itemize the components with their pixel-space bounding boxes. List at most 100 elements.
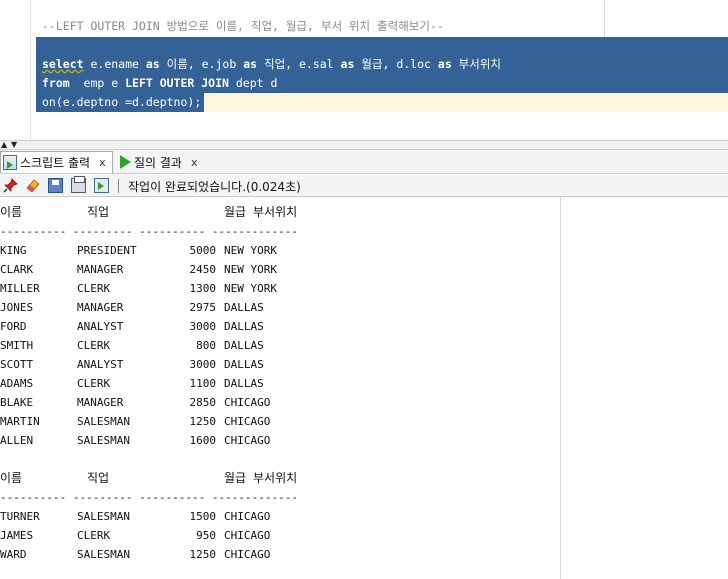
pin-icon[interactable] [3,178,18,193]
keyword-as: as [145,57,160,71]
keyword-left-outer-join: LEFT OUTER JOIN [125,76,229,90]
toolbar-separator [118,179,119,193]
sql-line-3[interactable]: on(e.deptno =d.deptno); [42,93,201,112]
eraser-icon[interactable] [25,178,40,193]
script-output-panel[interactable]: 이름 직업 월급 부서위치 ---------- --------- ---------… [0,197,728,579]
cell-loc: DALLAS [224,320,264,333]
current-line-highlight [204,93,728,112]
editor-margin-line [604,0,605,38]
cell-name: TURNER [0,510,40,523]
sql-editor[interactable]: --LEFT OUTER JOIN 방법으로 이름, 직업, 월급, 부서 위치… [0,0,728,140]
cell-job: MANAGER [77,301,124,314]
keyword-select: select [42,57,84,71]
cell-name: MARTIN [0,415,40,428]
cell-loc: CHICAGO [224,415,271,428]
cell-name: KING [0,244,27,257]
cell-job: MANAGER [77,396,124,409]
collapse-down-icon[interactable]: ▼ [11,141,17,149]
tab-query-result[interactable]: 질의 결과 x [118,151,204,173]
cell-loc: CHICAGO [224,434,271,447]
cell-job: SALESMAN [77,548,130,561]
selection-highlight [36,37,728,55]
cell-sal: 2850 [189,396,217,409]
script-output-icon [3,155,17,170]
cell-sal: 2450 [189,263,217,276]
cell-job: SALESMAN [77,415,130,428]
cell-job: ANALYST [77,358,124,371]
cell-job: PRESIDENT [77,244,137,257]
status-message: 작업이 완료되었습니다.(0.024초) [128,180,301,194]
column-header-name: 이름 [0,205,23,219]
print-icon[interactable] [71,176,86,193]
sql-text: dept d [228,76,278,90]
cell-name: JONES [0,301,34,314]
cell-job: CLERK [77,529,111,542]
cell-name: ALLEN [0,434,34,447]
run-script-file-icon[interactable] [94,178,109,193]
collapse-up-icon[interactable]: ▲ [1,141,7,149]
column-header-loc: 부서위치 [253,471,298,485]
cell-job: CLERK [77,282,111,295]
cell-loc: DALLAS [224,377,264,390]
cell-sal: 1250 [189,548,217,561]
column-header-job: 직업 [87,471,110,485]
keyword-as: as [437,57,452,71]
cell-name: FORD [0,320,27,333]
column-header-job: 직업 [87,205,110,219]
sql-comment: --LEFT OUTER JOIN 방법으로 이름, 직업, 월급, 부서 위치… [42,19,444,33]
tab-label: 스크립트 출력 [20,156,91,170]
output-toolbar: 작업이 완료되었습니다.(0.024초) [0,175,728,197]
cell-sal: 950 [196,529,216,542]
result-separator: ---------- --------- ---------- --------… [0,491,299,504]
sql-line-1[interactable]: select e.ename as 이름, e.job as 직업, e.sal… [42,55,501,74]
cell-sal: 5000 [189,244,217,257]
sql-text: 부서위치 [451,57,501,71]
cell-loc: CHICAGO [224,510,271,523]
cell-loc: NEW YORK [224,263,277,276]
cell-name: MILLER [0,282,40,295]
sql-text: 월급, d.loc [354,57,438,71]
cell-sal: 2975 [189,301,217,314]
cell-job: MANAGER [77,263,124,276]
tab-script-output[interactable]: 스크립트 출력 x [0,151,113,173]
pane-splitter[interactable]: ▲ ▼ [0,140,728,150]
keyword-from: from [42,76,70,90]
output-tab-bar: 스크립트 출력 x 질의 결과 x [0,150,728,174]
keyword-as: as [243,57,258,71]
cell-sal: 1300 [189,282,217,295]
cell-job: SALESMAN [77,434,130,447]
cell-name: CLARK [0,263,34,276]
cell-sal: 1100 [189,377,217,390]
close-tab-icon[interactable]: x [99,156,106,169]
tab-label: 질의 결과 [134,155,182,170]
cell-loc: DALLAS [224,301,264,314]
cell-sal: 3000 [189,320,217,333]
cell-job: SALESMAN [77,510,130,523]
cell-loc: DALLAS [224,339,264,352]
column-header-sal: 월급 [224,205,247,219]
cell-job: CLERK [77,377,111,390]
cell-name: SCOTT [0,358,34,371]
editor-gutter [0,0,30,140]
sql-line-2[interactable]: from emp e LEFT OUTER JOIN dept d [42,74,277,93]
cell-sal: 1600 [189,434,217,447]
result-separator: ---------- --------- ---------- --------… [0,225,299,238]
cell-sal: 3000 [189,358,217,371]
column-header-loc: 부서위치 [253,205,298,219]
cell-loc: CHICAGO [224,396,271,409]
cell-loc: CHICAGO [224,548,271,561]
cell-loc: NEW YORK [224,282,277,295]
close-tab-icon[interactable]: x [191,156,198,169]
cell-loc: CHICAGO [224,529,271,542]
cell-sal: 1250 [189,415,217,428]
cell-name: BLAKE [0,396,34,409]
cell-name: ADAMS [0,377,34,390]
cell-job: ANALYST [77,320,124,333]
column-header-name: 이름 [0,471,23,485]
cell-sal: 1500 [189,510,217,523]
cell-job: CLERK [77,339,111,352]
sql-text: emp e [69,76,126,90]
cell-name: WARD [0,548,27,561]
save-icon[interactable] [48,178,63,193]
output-right-margin [560,197,561,579]
